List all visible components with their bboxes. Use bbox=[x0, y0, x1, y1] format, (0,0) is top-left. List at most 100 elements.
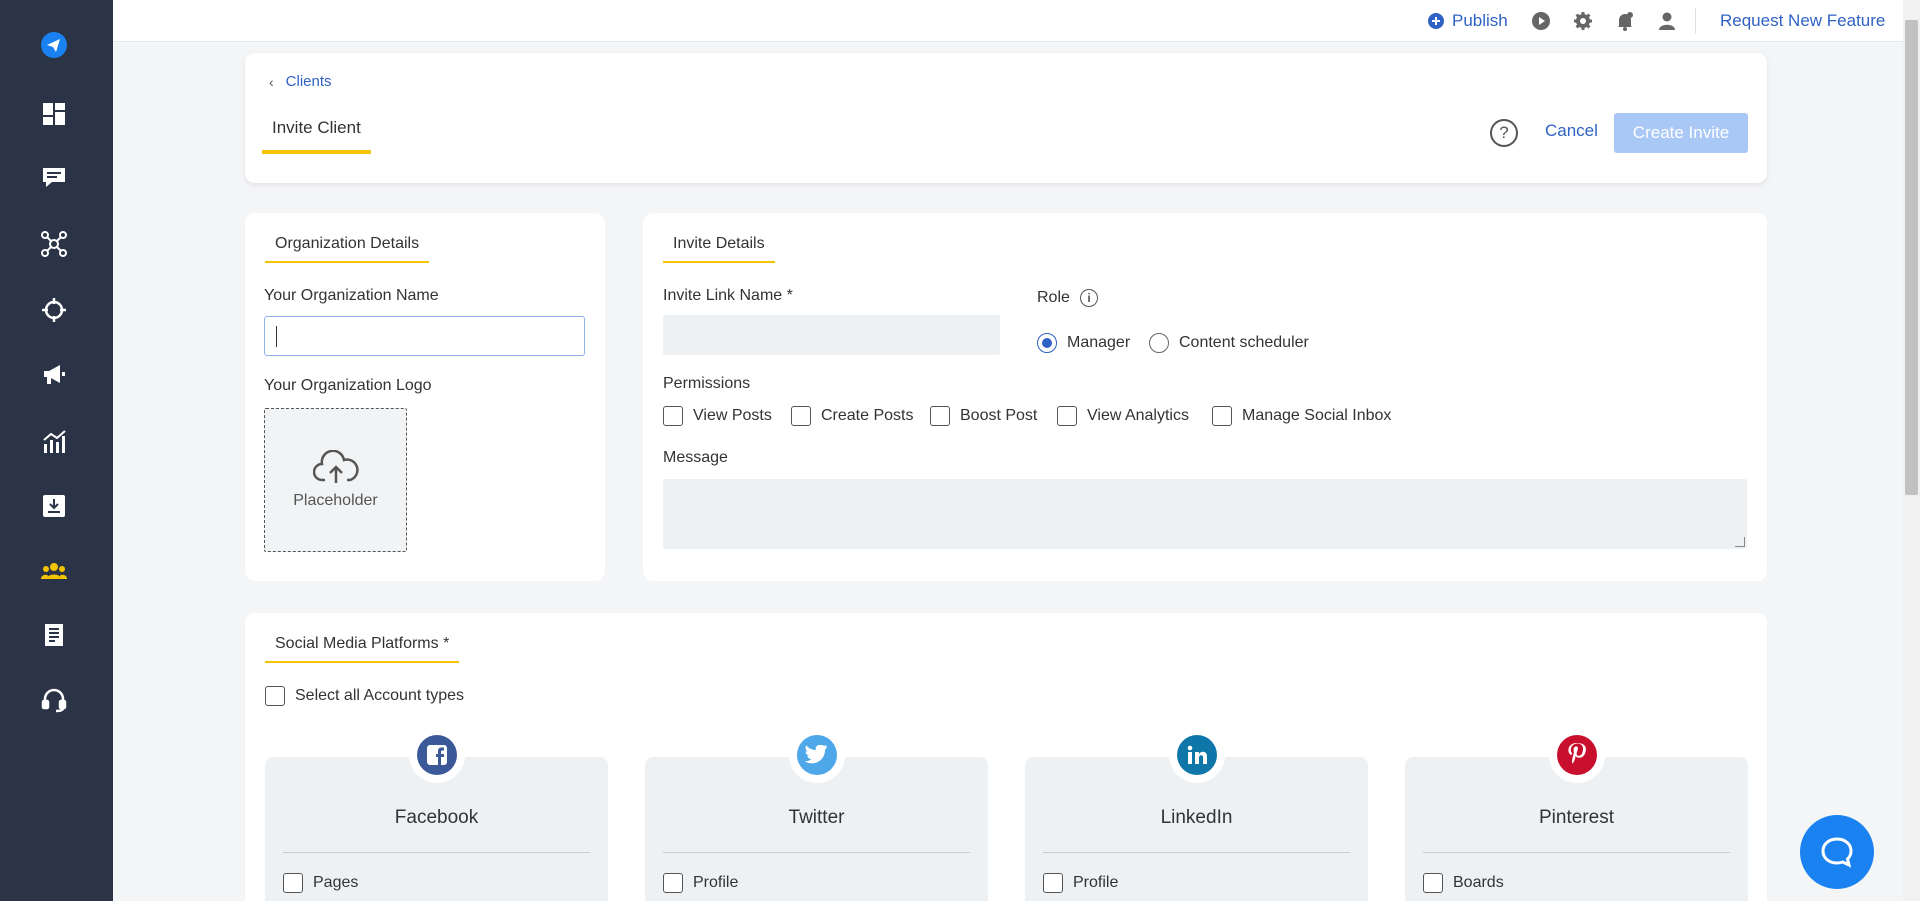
checkbox-icon bbox=[1057, 406, 1077, 426]
logo-icon[interactable] bbox=[38, 29, 70, 61]
platform-name-linkedin: LinkedIn bbox=[1160, 807, 1233, 828]
permission-view-analytics-checkbox[interactable]: View Analytics bbox=[1057, 406, 1189, 426]
sidebar bbox=[0, 0, 113, 901]
platform-name-twitter: Twitter bbox=[788, 807, 845, 828]
plus-circle-icon bbox=[1428, 13, 1444, 29]
platform-divider bbox=[1423, 852, 1730, 853]
pinterest-logo bbox=[1548, 727, 1605, 783]
scrollbar-thumb[interactable] bbox=[1905, 20, 1918, 495]
linkedin-profile-checkbox[interactable]: Profile bbox=[1043, 873, 1118, 893]
breadcrumb[interactable]: ‹ Clients bbox=[269, 73, 332, 90]
download-icon[interactable] bbox=[38, 490, 70, 522]
topbar-divider bbox=[1695, 8, 1696, 34]
permission-create-posts-checkbox[interactable]: Create Posts bbox=[791, 406, 913, 426]
permission-create-posts-label: Create Posts bbox=[821, 407, 914, 424]
support-icon[interactable] bbox=[38, 684, 70, 716]
network-icon[interactable] bbox=[38, 228, 70, 260]
platform-divider bbox=[1043, 852, 1350, 853]
social-media-platforms-card: Social Media Platforms * Select all Acco… bbox=[245, 613, 1767, 901]
platform-card-linkedin: LinkedIn Profile bbox=[1025, 727, 1368, 901]
platform-divider bbox=[283, 852, 590, 853]
topbar: Publish Request New Feature bbox=[113, 0, 1920, 42]
facebook-pages-label: Pages bbox=[313, 874, 359, 891]
platform-card-pinterest: Pinterest Boards bbox=[1405, 727, 1748, 901]
checkbox-icon bbox=[1212, 406, 1232, 426]
chevron-left-icon: ‹ bbox=[269, 73, 274, 90]
invite-details-card: Invite Details Invite Link Name * Role i… bbox=[643, 213, 1767, 581]
megaphone-icon[interactable] bbox=[38, 358, 70, 390]
invite-link-name-label: Invite Link Name * bbox=[663, 287, 793, 304]
organization-name-label: Your Organization Name bbox=[264, 287, 439, 304]
publish-label: Publish bbox=[1452, 11, 1508, 30]
permission-boost-post-checkbox[interactable]: Boost Post bbox=[930, 406, 1037, 426]
target-icon[interactable] bbox=[38, 294, 70, 326]
dashboard-icon[interactable] bbox=[38, 98, 70, 130]
chat-bubble-icon bbox=[1821, 837, 1853, 868]
chat-support-button[interactable] bbox=[1800, 815, 1874, 889]
clients-icon[interactable] bbox=[38, 555, 70, 587]
linkedin-profile-label: Profile bbox=[1073, 874, 1119, 891]
create-invite-button[interactable]: Create Invite bbox=[1614, 113, 1748, 153]
analytics-icon[interactable] bbox=[38, 426, 70, 458]
invite-link-name-input[interactable] bbox=[663, 315, 1000, 355]
twitter-logo bbox=[788, 727, 845, 783]
permissions-label: Permissions bbox=[663, 375, 751, 392]
text-caret bbox=[276, 326, 277, 347]
social-media-platforms-title: Social Media Platforms * bbox=[265, 635, 460, 663]
reports-icon[interactable] bbox=[38, 619, 70, 651]
logo-upload-dropzone[interactable]: Placeholder bbox=[264, 408, 407, 552]
role-manager-label: Manager bbox=[1067, 334, 1131, 351]
role-content-scheduler-label: Content scheduler bbox=[1179, 334, 1309, 351]
role-label: Role bbox=[1037, 289, 1070, 306]
twitter-profile-checkbox[interactable]: Profile bbox=[663, 873, 738, 893]
facebook-logo bbox=[408, 727, 465, 783]
twitter-profile-label: Profile bbox=[693, 874, 739, 891]
publish-button[interactable]: Publish bbox=[1427, 10, 1508, 32]
select-all-account-types-checkbox[interactable]: Select all Account types bbox=[265, 686, 464, 706]
facebook-pages-checkbox[interactable]: Pages bbox=[283, 873, 358, 893]
organization-name-input[interactable] bbox=[264, 316, 585, 356]
pinterest-boards-checkbox[interactable]: Boards bbox=[1423, 873, 1504, 893]
cancel-button[interactable]: Cancel bbox=[1545, 121, 1598, 141]
checkbox-icon bbox=[663, 873, 683, 893]
role-info-icon[interactable]: i bbox=[1080, 289, 1098, 307]
platform-card-facebook: Facebook Pages bbox=[265, 727, 608, 901]
message-label: Message bbox=[663, 449, 728, 466]
notification-bell-icon[interactable] bbox=[1615, 11, 1635, 31]
linkedin-logo bbox=[1168, 727, 1225, 783]
invite-details-title: Invite Details bbox=[663, 235, 775, 263]
platform-divider bbox=[663, 852, 970, 853]
role-radio-manager[interactable]: Manager bbox=[1037, 333, 1130, 353]
twitter-icon bbox=[796, 735, 837, 775]
tab-invite-client[interactable]: Invite Client bbox=[262, 118, 371, 154]
cloud-upload-icon bbox=[312, 450, 359, 483]
permission-view-posts-label: View Posts bbox=[693, 407, 772, 424]
checkbox-icon bbox=[663, 406, 683, 426]
radio-unselected-icon bbox=[1149, 333, 1169, 353]
request-feature-link[interactable]: Request New Feature bbox=[1720, 10, 1885, 32]
message-textarea[interactable] bbox=[663, 479, 1747, 549]
permission-view-analytics-label: View Analytics bbox=[1087, 407, 1189, 424]
header-card: ‹ Clients Invite Client ? Cancel Create … bbox=[245, 53, 1767, 183]
inbox-icon[interactable] bbox=[38, 162, 70, 194]
logo-placeholder-text: Placeholder bbox=[293, 492, 378, 509]
linkedin-icon bbox=[1176, 735, 1217, 775]
organization-details-card: Organization Details Your Organization N… bbox=[245, 213, 605, 581]
checkbox-icon bbox=[283, 873, 303, 893]
resize-handle-icon[interactable] bbox=[1735, 537, 1745, 547]
permission-view-posts-checkbox[interactable]: View Posts bbox=[663, 406, 772, 426]
breadcrumb-clients[interactable]: Clients bbox=[286, 73, 332, 90]
vertical-scrollbar[interactable] bbox=[1903, 0, 1920, 901]
user-profile-icon[interactable] bbox=[1657, 11, 1677, 31]
checkbox-icon bbox=[791, 406, 811, 426]
checkbox-icon bbox=[930, 406, 950, 426]
radio-selected-icon bbox=[1037, 333, 1057, 353]
help-icon[interactable]: ? bbox=[1490, 119, 1518, 147]
role-radio-content-scheduler[interactable]: Content scheduler bbox=[1149, 333, 1309, 353]
permission-manage-social-inbox-checkbox[interactable]: Manage Social Inbox bbox=[1212, 406, 1391, 426]
organization-logo-label: Your Organization Logo bbox=[264, 377, 432, 394]
settings-gear-icon[interactable] bbox=[1573, 11, 1593, 31]
pinterest-icon bbox=[1556, 735, 1597, 775]
play-icon[interactable] bbox=[1531, 11, 1551, 31]
organization-details-title: Organization Details bbox=[265, 235, 430, 263]
